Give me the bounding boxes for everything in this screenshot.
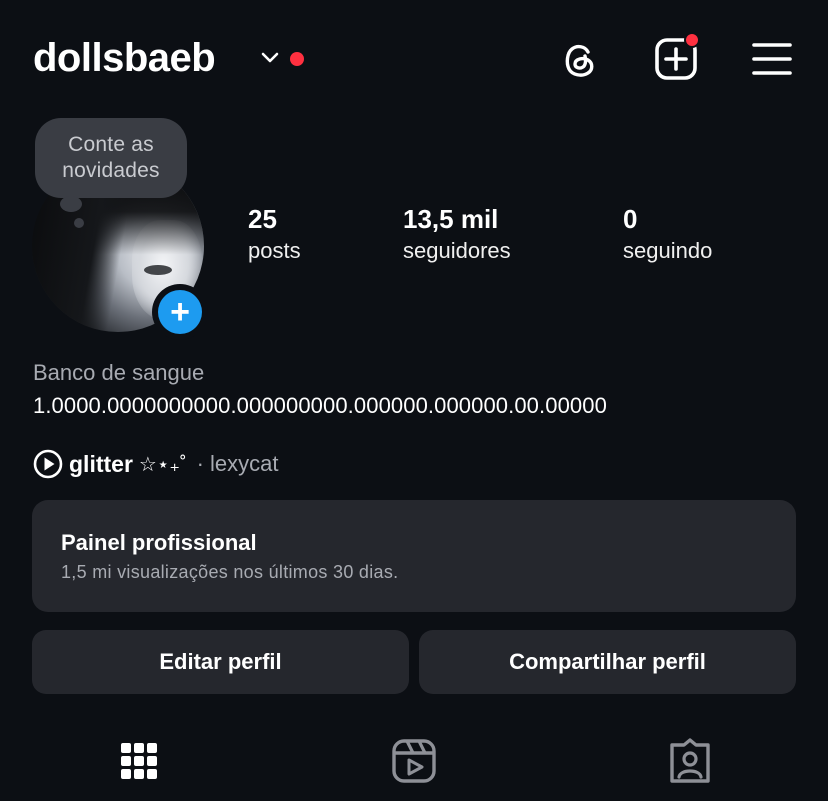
profile-music[interactable]: glitter ☆⋆₊˚ · lexycat [33,448,278,480]
menu-icon[interactable] [748,35,796,83]
threads-icon[interactable] [556,35,604,83]
followers-stat[interactable]: 13,5 mil seguidores [403,204,511,266]
following-stat[interactable]: 0 seguindo [623,204,712,266]
reels-icon [392,739,436,783]
note-tail [60,196,82,212]
profile-category: Banco de sangue [33,360,205,385]
play-icon [33,449,63,479]
dashboard-title: Painel profissional [61,530,257,555]
posts-label: posts [248,238,301,263]
profile-screen: dollsbaeb + Conte as novidades 25 posts … [0,0,828,801]
note-text-line2: novidades [62,159,160,182]
bio-text: 1.0000.0000000000.000000000.000000.00000… [33,393,607,418]
professional-dashboard-card[interactable]: Painel profissional 1,5 mi visualizações… [32,500,796,612]
followers-count: 13,5 mil [403,204,499,234]
grid-tab[interactable] [114,736,164,786]
following-count: 0 [623,204,638,234]
posts-count: 25 [248,204,277,234]
music-artist: · lexycat [196,451,279,476]
dashboard-subtitle: 1,5 mi visualizações nos últimos 30 dias… [61,562,399,582]
music-decoration: ☆⋆₊˚ [138,453,187,476]
username-title[interactable]: dollsbaeb [33,36,216,81]
share-profile-button[interactable]: Compartilhar perfil [419,630,796,694]
note-bubble[interactable]: Conte as novidades [35,118,187,198]
edit-profile-button[interactable]: Editar perfil [32,630,409,694]
following-label: seguindo [623,238,713,263]
tagged-icon [670,738,710,783]
grid-icon [121,743,157,779]
followers-label: seguidores [403,238,511,263]
add-story-button[interactable]: + [152,284,208,340]
posts-stat[interactable]: 25 posts [248,204,301,266]
chevron-down-icon[interactable] [259,50,281,66]
note-tail-small [74,218,84,228]
reels-tab[interactable] [389,736,439,786]
tagged-tab[interactable] [665,736,715,786]
notification-dot [290,52,304,66]
create-notification-dot [684,32,700,48]
avatar-eye [144,265,172,275]
note-text-line1: Conte as [68,133,154,156]
music-song-title: glitter [69,450,133,477]
plus-icon: + [158,290,202,334]
